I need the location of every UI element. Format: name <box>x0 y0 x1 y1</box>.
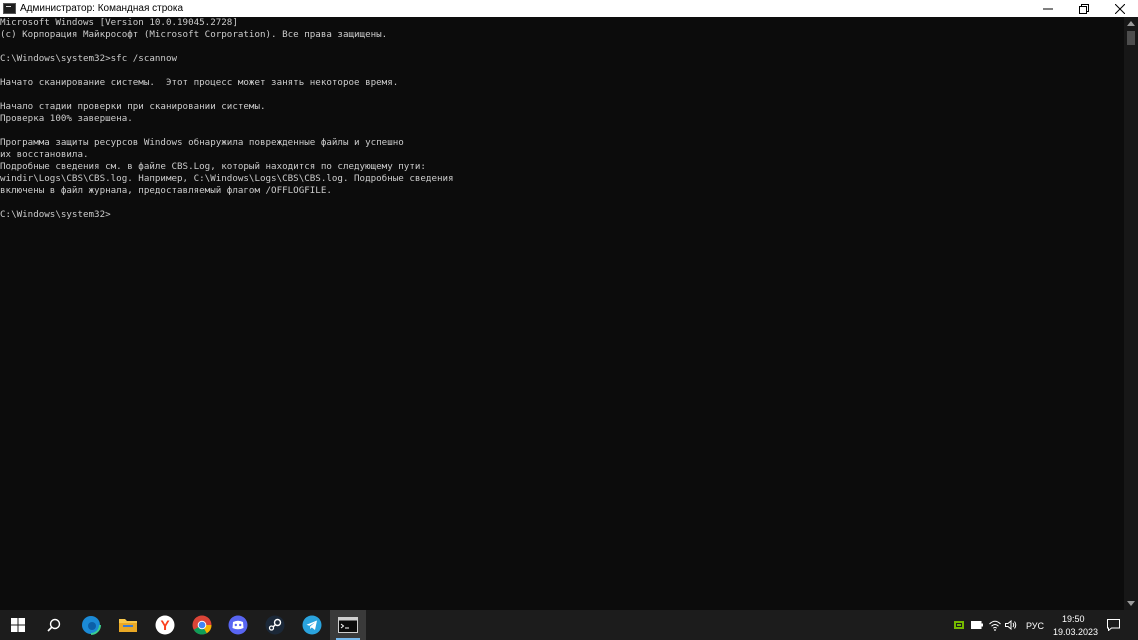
console-line: Программа защиты ресурсов Windows обнару… <box>0 137 404 148</box>
console-line: Microsoft Windows [Version 10.0.19045.27… <box>0 17 238 28</box>
edge-icon <box>81 615 101 635</box>
svg-text:Y: Y <box>160 617 170 633</box>
console-line: Подробные сведения см. в файле CBS.Log, … <box>0 161 426 172</box>
console-line: Начало стадии проверки при сканировании … <box>0 101 266 112</box>
minimize-icon <box>1043 8 1053 9</box>
language-indicator[interactable]: РУС <box>1026 621 1044 631</box>
vertical-scrollbar[interactable] <box>1124 17 1138 610</box>
window-title: Администратор: Командная строка <box>20 3 184 14</box>
console-line: Начато сканирование системы. Этот процес… <box>0 77 399 88</box>
chrome-icon <box>192 615 212 635</box>
notification-icon <box>1106 619 1120 631</box>
notifications-button[interactable] <box>1104 610 1122 640</box>
steam-icon <box>265 615 285 635</box>
close-icon <box>1115 3 1125 14</box>
volume-tray-icon[interactable] <box>1004 610 1018 640</box>
chrome-app[interactable] <box>184 610 220 640</box>
clock-date[interactable]: 19.03.2023 <box>1053 627 1098 637</box>
nvidia-tray-icon[interactable] <box>952 610 966 640</box>
start-button[interactable] <box>0 610 36 640</box>
console-line: (c) Корпорация Майкрософт (Microsoft Cor… <box>0 29 388 40</box>
console-line: их восстановила. <box>0 149 89 160</box>
close-button[interactable] <box>1102 0 1138 17</box>
folder-icon <box>119 619 137 632</box>
discord-icon <box>228 615 248 635</box>
taskbar: Y РУС 19:50 19.03.2023 <box>0 610 1138 640</box>
clock-time[interactable]: 19:50 <box>1062 614 1085 624</box>
scroll-up-icon[interactable] <box>1127 21 1135 26</box>
scroll-down-icon[interactable] <box>1127 601 1135 606</box>
cmd-app[interactable] <box>330 610 366 640</box>
steam-app[interactable] <box>257 610 293 640</box>
windows-logo-icon <box>11 618 25 632</box>
telegram-icon <box>302 615 322 635</box>
edge-app[interactable] <box>73 610 109 640</box>
cmd-icon <box>3 3 16 14</box>
discord-app[interactable] <box>220 610 256 640</box>
console-line: включены в файл журнала, предоставляемый… <box>0 185 332 196</box>
yandex-icon: Y <box>155 615 175 635</box>
title-bar[interactable]: Администратор: Командная строка <box>0 0 1138 18</box>
restore-button[interactable] <box>1066 0 1102 17</box>
console-output[interactable]: Microsoft Windows [Version 10.0.19045.27… <box>0 17 1124 610</box>
search-icon <box>47 618 61 632</box>
console-line: Проверка 100% завершена. <box>0 113 133 124</box>
restore-icon <box>1079 3 1089 14</box>
speaker-icon <box>1005 620 1017 630</box>
minimize-button[interactable] <box>1030 0 1066 17</box>
yandex-browser-app[interactable]: Y <box>147 610 183 640</box>
console-prompt: C:\Windows\system32> <box>0 209 111 220</box>
window-controls <box>1030 0 1138 17</box>
console-line: C:\Windows\system32>sfc /scannow <box>0 53 178 64</box>
telegram-app[interactable] <box>294 610 330 640</box>
file-explorer-app[interactable] <box>110 610 146 640</box>
battery-tray-icon[interactable] <box>970 610 984 640</box>
search-button[interactable] <box>36 610 72 640</box>
wifi-icon <box>989 620 1001 631</box>
nvidia-icon <box>954 621 964 629</box>
scroll-thumb[interactable] <box>1127 31 1135 45</box>
network-tray-icon[interactable] <box>988 610 1002 640</box>
cmd-icon <box>338 617 358 633</box>
battery-icon <box>971 621 983 629</box>
console-line: windir\Logs\CBS\CBS.log. Например, C:\Wi… <box>0 173 454 184</box>
